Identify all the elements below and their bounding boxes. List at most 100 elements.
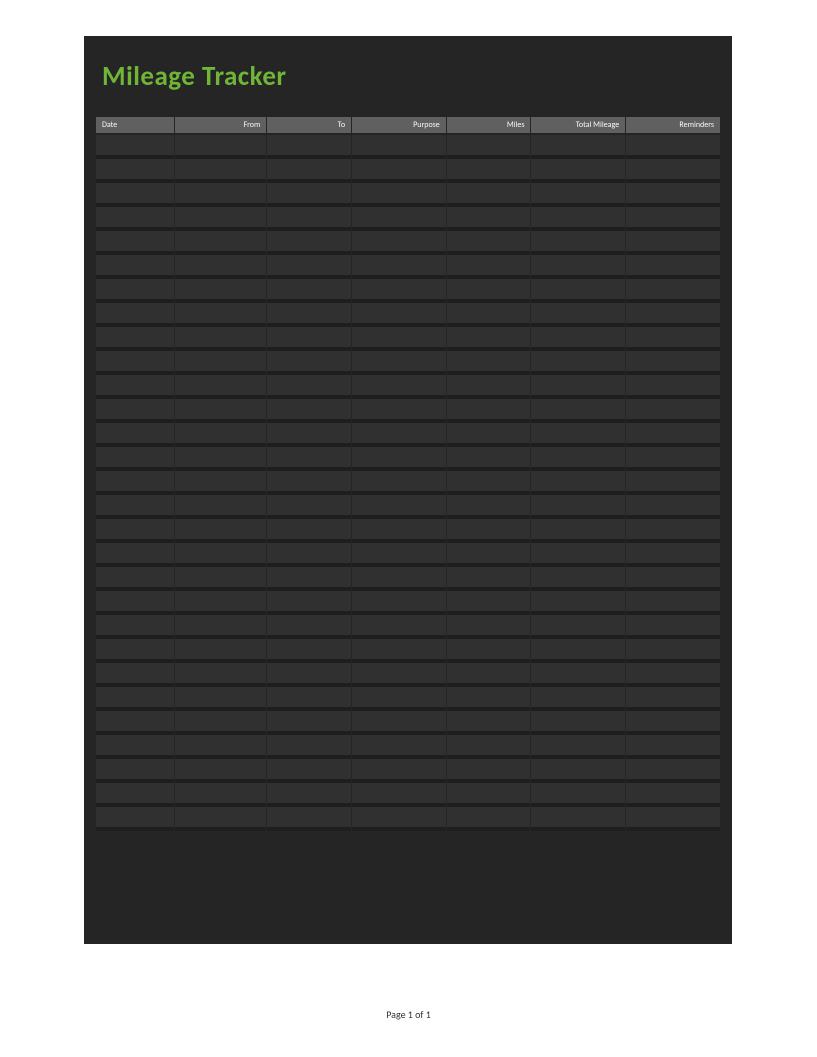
table-cell[interactable] (96, 255, 174, 279)
table-cell[interactable] (352, 567, 446, 591)
table-cell[interactable] (626, 807, 720, 831)
table-cell[interactable] (352, 759, 446, 783)
table-cell[interactable] (267, 759, 351, 783)
table-cell[interactable] (352, 279, 446, 303)
table-cell[interactable] (626, 447, 720, 471)
table-cell[interactable] (447, 591, 531, 615)
table-cell[interactable] (96, 375, 174, 399)
table-cell[interactable] (531, 471, 625, 495)
col-header-reminders[interactable]: Reminders (626, 117, 720, 135)
table-cell[interactable] (352, 303, 446, 327)
table-cell[interactable] (352, 255, 446, 279)
table-cell[interactable] (626, 639, 720, 663)
table-cell[interactable] (531, 783, 625, 807)
table-cell[interactable] (175, 687, 267, 711)
table-cell[interactable] (96, 279, 174, 303)
table-cell[interactable] (96, 207, 174, 231)
table-cell[interactable] (531, 615, 625, 639)
table-cell[interactable] (626, 159, 720, 183)
table-cell[interactable] (626, 615, 720, 639)
table-cell[interactable] (352, 639, 446, 663)
table-cell[interactable] (175, 351, 267, 375)
table-cell[interactable] (175, 543, 267, 567)
table-cell[interactable] (447, 375, 531, 399)
table-cell[interactable] (96, 159, 174, 183)
table-cell[interactable] (96, 711, 174, 735)
table-cell[interactable] (267, 567, 351, 591)
table-cell[interactable] (626, 255, 720, 279)
table-cell[interactable] (352, 615, 446, 639)
table-cell[interactable] (447, 135, 531, 159)
table-cell[interactable] (626, 735, 720, 759)
table-cell[interactable] (267, 375, 351, 399)
table-cell[interactable] (96, 759, 174, 783)
table-cell[interactable] (531, 735, 625, 759)
table-cell[interactable] (626, 351, 720, 375)
table-cell[interactable] (531, 255, 625, 279)
table-cell[interactable] (267, 543, 351, 567)
table-cell[interactable] (447, 423, 531, 447)
table-cell[interactable] (447, 807, 531, 831)
table-cell[interactable] (96, 687, 174, 711)
table-cell[interactable] (447, 495, 531, 519)
table-cell[interactable] (626, 783, 720, 807)
table-cell[interactable] (626, 423, 720, 447)
table-cell[interactable] (447, 663, 531, 687)
table-cell[interactable] (267, 639, 351, 663)
table-cell[interactable] (96, 807, 174, 831)
table-cell[interactable] (267, 591, 351, 615)
table-cell[interactable] (267, 303, 351, 327)
table-cell[interactable] (96, 303, 174, 327)
table-cell[interactable] (352, 663, 446, 687)
table-cell[interactable] (175, 711, 267, 735)
table-cell[interactable] (96, 615, 174, 639)
table-cell[interactable] (352, 735, 446, 759)
table-cell[interactable] (175, 639, 267, 663)
table-cell[interactable] (531, 327, 625, 351)
table-cell[interactable] (175, 495, 267, 519)
table-cell[interactable] (626, 519, 720, 543)
table-cell[interactable] (267, 327, 351, 351)
table-cell[interactable] (531, 447, 625, 471)
table-cell[interactable] (267, 495, 351, 519)
table-cell[interactable] (267, 783, 351, 807)
table-cell[interactable] (352, 447, 446, 471)
table-cell[interactable] (531, 159, 625, 183)
table-cell[interactable] (96, 135, 174, 159)
table-cell[interactable] (447, 759, 531, 783)
table-cell[interactable] (447, 207, 531, 231)
table-cell[interactable] (267, 399, 351, 423)
table-cell[interactable] (175, 663, 267, 687)
table-cell[interactable] (531, 303, 625, 327)
table-cell[interactable] (175, 591, 267, 615)
table-cell[interactable] (96, 447, 174, 471)
table-cell[interactable] (447, 327, 531, 351)
table-cell[interactable] (175, 375, 267, 399)
table-cell[interactable] (96, 591, 174, 615)
table-cell[interactable] (531, 807, 625, 831)
table-cell[interactable] (352, 135, 446, 159)
table-cell[interactable] (175, 279, 267, 303)
table-cell[interactable] (352, 183, 446, 207)
table-cell[interactable] (626, 591, 720, 615)
table-cell[interactable] (352, 519, 446, 543)
table-cell[interactable] (267, 447, 351, 471)
table-cell[interactable] (626, 471, 720, 495)
table-cell[interactable] (267, 135, 351, 159)
table-cell[interactable] (626, 495, 720, 519)
table-cell[interactable] (531, 519, 625, 543)
table-cell[interactable] (96, 519, 174, 543)
table-cell[interactable] (531, 639, 625, 663)
table-cell[interactable] (447, 783, 531, 807)
table-cell[interactable] (96, 735, 174, 759)
table-cell[interactable] (175, 735, 267, 759)
table-cell[interactable] (531, 423, 625, 447)
table-cell[interactable] (267, 255, 351, 279)
table-cell[interactable] (352, 543, 446, 567)
table-cell[interactable] (626, 663, 720, 687)
table-cell[interactable] (447, 471, 531, 495)
table-cell[interactable] (96, 231, 174, 255)
table-cell[interactable] (447, 615, 531, 639)
table-cell[interactable] (447, 567, 531, 591)
table-cell[interactable] (447, 303, 531, 327)
